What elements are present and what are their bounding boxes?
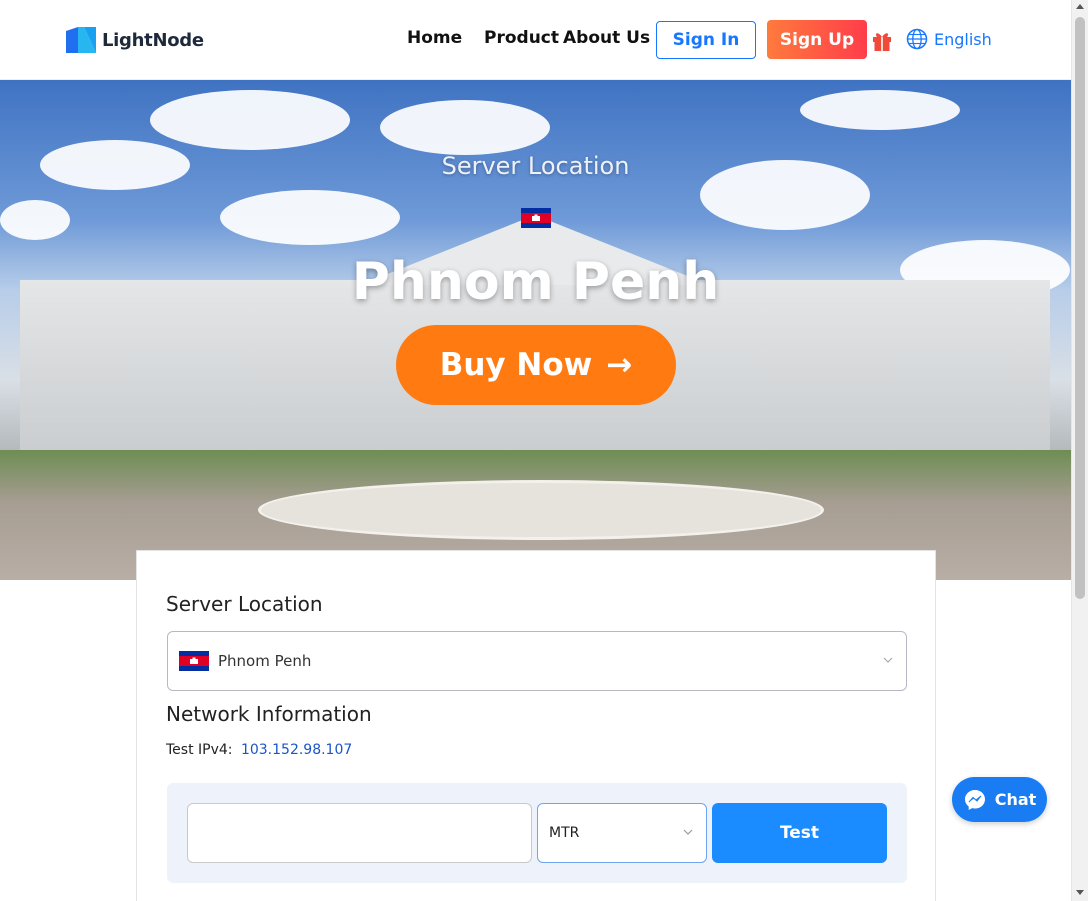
scroll-up-arrow-icon[interactable]	[1076, 4, 1084, 9]
location-select-value: Phnom Penh	[218, 652, 312, 670]
hero-banner: Server Location Phnom Penh Buy Now →	[0, 80, 1071, 580]
network-test-panel: MTR Test	[167, 783, 907, 883]
logo[interactable]: LightNode	[66, 27, 204, 53]
nav-product[interactable]: Product	[484, 28, 559, 48]
hero-city-title: Phnom Penh	[351, 252, 720, 312]
gift-icon[interactable]	[872, 29, 892, 51]
hero-cloud	[800, 90, 960, 130]
globe-icon	[906, 28, 928, 50]
logo-text: LightNode	[102, 29, 204, 51]
network-information-heading: Network Information	[166, 702, 372, 726]
chat-button[interactable]: Chat	[952, 777, 1047, 822]
hero-fountain	[258, 480, 824, 540]
chevron-down-icon	[683, 829, 693, 835]
scroll-down-arrow-icon[interactable]	[1076, 890, 1084, 895]
language-label: English	[934, 29, 992, 49]
buy-now-button[interactable]: Buy Now →	[396, 325, 676, 405]
location-select[interactable]: Phnom Penh	[167, 631, 907, 691]
cambodia-flag-icon	[521, 208, 551, 228]
site-header: LightNode Home Product About Us Sign In …	[0, 0, 1071, 80]
server-info-card: Server Location Phnom Penh Network Infor…	[136, 550, 936, 901]
test-method-select[interactable]: MTR	[537, 803, 707, 863]
vertical-scrollbar[interactable]	[1071, 0, 1088, 901]
arrow-right-icon: →	[606, 347, 633, 383]
hero-subtitle: Server Location	[441, 152, 630, 180]
test-ipv4-row: Test IPv4: 103.152.98.107	[166, 742, 352, 758]
test-ipv4-label: Test IPv4:	[166, 742, 233, 758]
scrollbar-thumb[interactable]	[1075, 17, 1085, 599]
messenger-icon	[964, 789, 985, 810]
chat-label: Chat	[994, 790, 1037, 809]
sign-up-button[interactable]: Sign Up	[767, 20, 867, 59]
test-target-input[interactable]	[187, 803, 532, 863]
test-method-value: MTR	[549, 825, 580, 841]
chevron-down-icon	[883, 657, 893, 663]
nav-about-us[interactable]: About Us	[563, 28, 650, 48]
hero-cloud	[220, 190, 400, 245]
lightnode-logo-icon	[66, 27, 96, 53]
hero-cloud	[150, 90, 350, 150]
nav-home[interactable]: Home	[407, 28, 462, 48]
hero-cloud	[380, 100, 550, 155]
buy-now-label: Buy Now	[439, 347, 593, 383]
server-location-heading: Server Location	[166, 592, 323, 616]
sign-in-button[interactable]: Sign In	[656, 21, 756, 59]
hero-cloud	[0, 200, 70, 240]
cambodia-flag-icon	[179, 651, 209, 671]
test-button[interactable]: Test	[712, 803, 887, 863]
language-selector[interactable]: English	[906, 28, 992, 50]
test-ipv4-value[interactable]: 103.152.98.107	[241, 742, 352, 758]
